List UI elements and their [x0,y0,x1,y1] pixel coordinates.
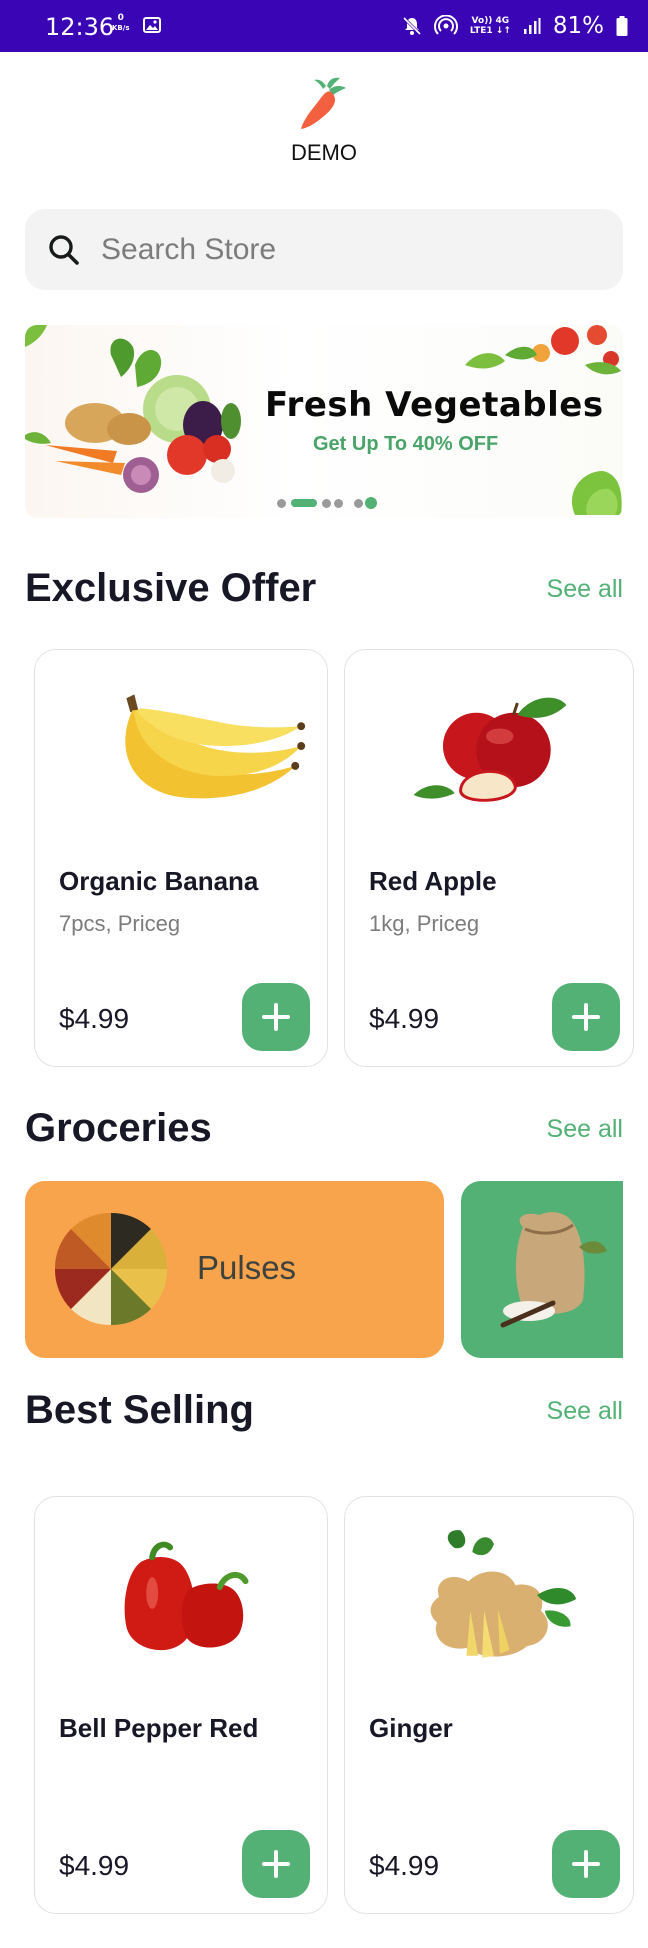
carousel-dot [322,498,331,508]
product-name: Organic Banana [59,866,259,896]
add-to-cart-button[interactable] [552,1830,620,1898]
status-bar: 12:36 0 KB/s Vo)) 4G LTE1 ↓↑ 81% [0,0,648,52]
network-speed-unit: KB/s [112,24,130,32]
network-speed: 0 KB/s [112,13,129,33]
battery-percent: 81% [552,13,604,39]
ginger-image [430,1530,577,1658]
category-label: Pulses [197,1249,297,1286]
brand-name: DEMO [291,140,357,165]
search-input[interactable] [101,232,581,267]
pulses-image [54,1212,168,1326]
plus-icon [262,1850,290,1878]
banner-title: Fresh Vegetables [265,385,604,425]
carousel-dot [365,497,377,509]
best-selling-see-all[interactable]: See all [547,1397,623,1426]
network-type-top: Vo)) 4G [471,16,510,26]
search-bar[interactable] [25,209,623,290]
status-icons: Vo)) 4G LTE1 ↓↑ 81% [402,13,628,39]
battery-icon [616,16,628,36]
exclusive-offer-see-all[interactable]: See all [547,575,623,604]
network-speed-value: 0 [117,13,124,23]
status-time: 12:36 [45,13,115,41]
product-card[interactable]: Ginger $4.99 [344,1496,634,1914]
product-unit: 7pcs, Priceg [59,911,181,936]
best-selling-title: Best Selling [25,1388,254,1432]
search-icon [49,234,79,265]
category-pulses[interactable]: Pulses [25,1181,444,1358]
apple-image [413,697,567,802]
product-card[interactable]: Organic Banana 7pcs, Priceg $4.99 [34,649,328,1067]
groceries-see-all[interactable]: See all [547,1115,623,1144]
category-rice[interactable] [461,1181,623,1358]
product-price: $4.99 [369,1003,440,1034]
mute-icon [402,16,421,36]
banner-subtitle: Get Up To 40% OFF [313,433,499,455]
product-name: Ginger [369,1713,453,1743]
groceries-title: Groceries [25,1106,212,1150]
signal-icon [523,18,541,34]
gallery-icon [143,17,161,33]
plus-icon [572,1850,600,1878]
product-card[interactable]: Bell Pepper Red $4.99 [34,1496,328,1914]
promo-banner[interactable]: Fresh Vegetables Get Up To 40% OFF [25,325,623,518]
add-to-cart-button[interactable] [242,983,310,1051]
bell-pepper-image [124,1541,249,1651]
add-to-cart-button[interactable] [242,1830,310,1898]
carousel-dot [334,498,343,508]
network-type: Vo)) 4G LTE1 ↓↑ [470,16,511,36]
carrot-logo-icon [301,77,346,129]
carousel-indicator [277,497,377,509]
network-type-bottom: LTE1 ↓↑ [469,26,511,36]
carousel-dot-active [291,499,317,507]
hotspot-icon [433,15,458,35]
carousel-dot [277,498,286,508]
rice-sack-image [500,1212,607,1328]
exclusive-offer-title: Exclusive Offer [25,566,317,610]
add-to-cart-button[interactable] [552,983,620,1051]
plus-icon [262,1003,290,1031]
product-price: $4.99 [59,1850,130,1881]
product-price: $4.99 [59,1003,130,1034]
product-card[interactable]: Red Apple 1kg, Priceg $4.99 [344,649,634,1067]
carousel-dot [354,498,363,508]
product-name: Bell Pepper Red [59,1713,259,1743]
product-name: Red Apple [369,866,497,896]
banana-image [125,694,306,799]
product-price: $4.99 [369,1850,440,1881]
product-unit: 1kg, Priceg [369,911,480,936]
plus-icon [572,1003,600,1031]
